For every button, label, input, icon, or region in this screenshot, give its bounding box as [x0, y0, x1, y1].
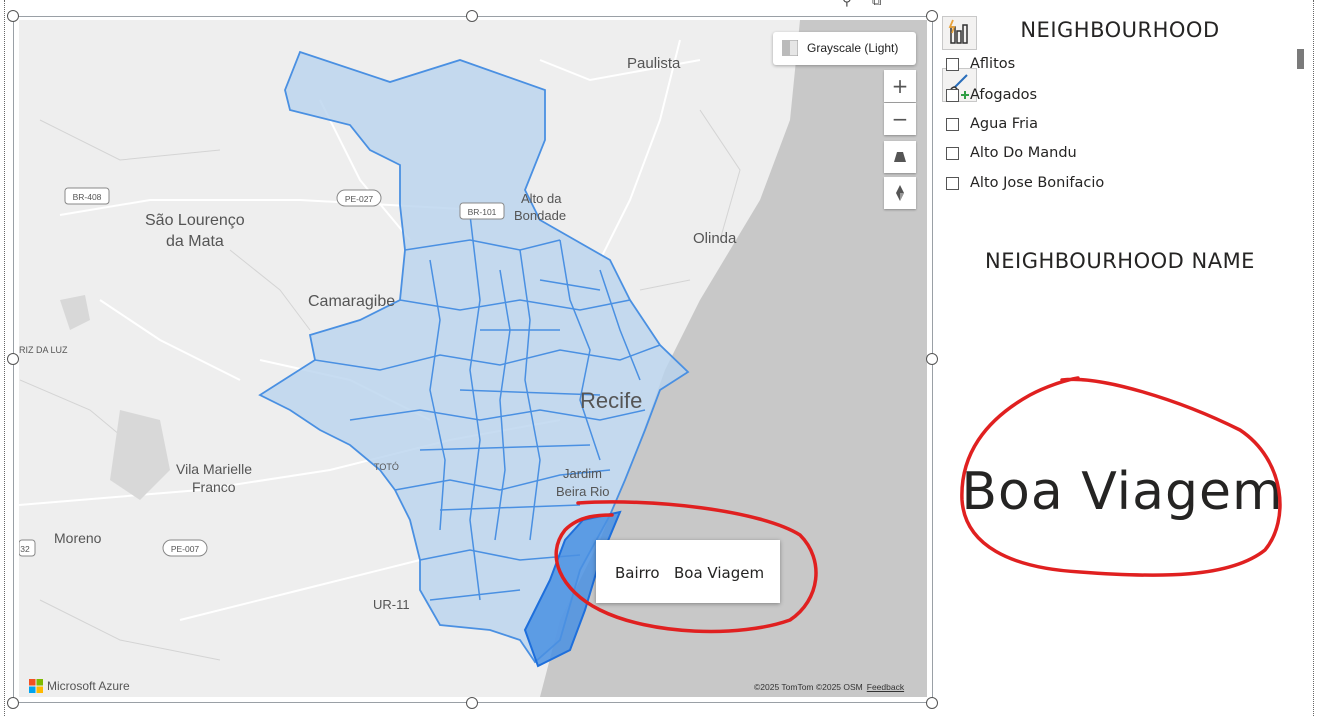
map-copyright: ©2025 TomTom ©2025 OSM Feedback: [754, 682, 904, 692]
microsoft-azure-attribution: Microsoft Azure: [29, 679, 130, 693]
map-label-ur11: UR-11: [373, 597, 410, 612]
pitch-icon: [894, 152, 906, 162]
shield-pe027: PE-027: [336, 189, 382, 207]
focus-mode-icon[interactable]: ⧉: [872, 0, 881, 9]
resize-handle-top[interactable]: [466, 10, 478, 22]
svg-text:PE-007: PE-007: [171, 544, 200, 554]
microsoft-logo-icon: [29, 679, 43, 693]
checkbox[interactable]: [946, 118, 959, 131]
resize-handle-right[interactable]: [926, 353, 938, 365]
slicer-title: NEIGHBOURHOOD: [1020, 18, 1220, 42]
map-label-camaragibe: Camaragibe: [308, 293, 395, 310]
slicer-item-label: Afogados: [970, 87, 1038, 103]
map-style-picker[interactable]: Grayscale (Light): [773, 32, 916, 65]
slicer-item-label: Agua Fria: [970, 116, 1038, 132]
shield-br408: BR-408: [64, 187, 110, 205]
map-svg: Paulista Alto da Bondade São Lourenço da…: [19, 20, 927, 697]
compass-icon: [896, 185, 904, 201]
map-label-moreno: Moreno: [54, 530, 102, 546]
map-label-olinda: Olinda: [693, 230, 737, 247]
svg-text:BR-408: BR-408: [73, 192, 102, 202]
canvas-right-border: [1313, 0, 1314, 716]
checkbox[interactable]: [946, 177, 959, 190]
build-visual-icon: [948, 19, 968, 44]
map-label-paulista: Paulista: [627, 55, 681, 72]
slicer-item-label: Aflitos: [970, 56, 1016, 72]
card-title: NEIGHBOURHOOD NAME: [985, 249, 1255, 273]
checkbox[interactable]: [946, 58, 959, 71]
resize-handle-bottom-left[interactable]: [7, 697, 19, 709]
map-label-vila-marielle-1: Vila Marielle: [176, 461, 252, 477]
copyright-text: ©2025 TomTom ©2025 OSM: [754, 682, 863, 692]
plus-icon: +: [891, 74, 909, 98]
map-label-alto-da-bondade-1: Alto da: [521, 191, 562, 206]
tooltip-field-label: Bairro: [615, 564, 660, 582]
map-label-riz-da-luz: RIZ DA LUZ: [19, 345, 68, 355]
more-options-icon[interactable]: ⋯: [904, 0, 917, 6]
map-label-recife: Recife: [580, 388, 642, 413]
card-value: Boa Viagem: [961, 462, 1284, 522]
svg-text:32: 32: [20, 544, 30, 554]
resize-handle-bottom-right[interactable]: [926, 697, 938, 709]
map-label-toto: TOTÓ: [374, 462, 399, 472]
map-style-label: Grayscale (Light): [807, 41, 899, 55]
compass-button[interactable]: [884, 177, 916, 209]
resize-handle-top-right[interactable]: [926, 10, 938, 22]
map-canvas[interactable]: Paulista Alto da Bondade São Lourenço da…: [19, 20, 927, 697]
resize-handle-left[interactable]: [7, 353, 19, 365]
map-label-jardim-1: Jardim: [563, 466, 602, 481]
svg-text:PE-027: PE-027: [345, 194, 374, 204]
map-label-sao-lourenco-1: São Lourenço: [145, 212, 245, 229]
attribution-text: Microsoft Azure: [47, 679, 130, 693]
shield-pe007: PE-007: [162, 539, 208, 557]
pin-icon[interactable]: ⚲: [842, 0, 852, 9]
zoom-out-button[interactable]: −: [884, 103, 916, 135]
svg-text:BR-101: BR-101: [468, 207, 497, 217]
resize-handle-bottom[interactable]: [466, 697, 478, 709]
pitch-button[interactable]: [884, 141, 916, 173]
canvas-left-border: [4, 0, 5, 716]
minus-icon: −: [891, 107, 909, 131]
map-label-jardim-2: Beira Rio: [556, 484, 609, 499]
tooltip-field-value: Boa Viagem: [674, 564, 765, 582]
map-label-alto-da-bondade-2: Bondade: [514, 208, 566, 223]
slicer-scrollbar[interactable]: [1297, 49, 1304, 69]
feedback-link[interactable]: Feedback: [867, 682, 904, 692]
checkbox[interactable]: [946, 147, 959, 160]
resize-handle-top-left[interactable]: [7, 10, 19, 22]
zoom-in-button[interactable]: +: [884, 70, 916, 102]
build-visual-button[interactable]: [942, 16, 977, 50]
map-label-sao-lourenco-2: da Mata: [166, 233, 224, 250]
shield-32: 32: [19, 539, 36, 557]
map-label-vila-marielle-2: Franco: [192, 479, 236, 495]
slicer-item-label: Alto Jose Bonifacio: [970, 175, 1105, 191]
map-style-icon: [782, 40, 798, 56]
checkbox[interactable]: [946, 89, 959, 102]
map-tooltip: Bairro Boa Viagem: [596, 540, 780, 603]
shield-br101: BR-101: [459, 202, 505, 220]
slicer-item-label: Alto Do Mandu: [970, 145, 1077, 161]
